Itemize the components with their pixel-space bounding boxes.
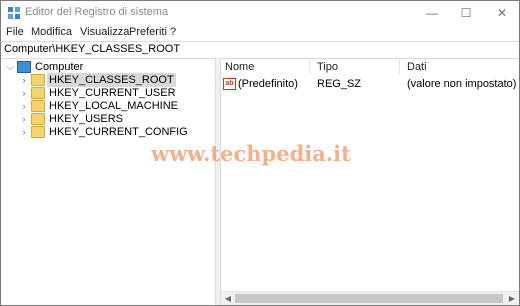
chevron-right-icon[interactable]: › xyxy=(19,125,29,139)
column-header-tipo[interactable]: Tipo xyxy=(317,61,338,73)
regedit-icon xyxy=(7,6,21,20)
tree-item-hkey-current-config[interactable]: › HKEY_CURRENT_CONFIG xyxy=(19,125,209,139)
chevron-right-icon[interactable]: › xyxy=(19,112,29,126)
column-divider[interactable] xyxy=(309,60,310,74)
tree-item-label: HKEY_CURRENT_USER xyxy=(49,87,176,99)
folder-icon xyxy=(31,126,45,138)
registry-tree: ⌵ Computer › HKEY_CLASSES_ROOT › HKEY_CU… xyxy=(1,58,214,305)
menu-preferiti[interactable]: Preferiti xyxy=(129,26,167,38)
tree-item-label: HKEY_LOCAL_MACHINE xyxy=(49,100,178,112)
close-button[interactable]: ✕ xyxy=(485,1,519,25)
tree-item-label: HKEY_CLASSES_ROOT xyxy=(47,73,176,87)
column-header-nome[interactable]: Nome xyxy=(225,61,254,73)
menu-modifica[interactable]: Modifica xyxy=(31,26,72,38)
column-header-dati[interactable]: Dati xyxy=(407,61,427,73)
folder-icon xyxy=(31,113,45,125)
tree-item-label: HKEY_USERS xyxy=(49,113,123,125)
values-list: Nome Tipo Dati ab (Predefinito) REG_SZ (… xyxy=(221,58,519,305)
scroll-left-icon[interactable]: ◀ xyxy=(221,292,235,305)
tree-item-hkey-classes-root[interactable]: › HKEY_CLASSES_ROOT xyxy=(19,73,209,87)
tree-item-hkey-local-machine[interactable]: › HKEY_LOCAL_MACHINE xyxy=(19,99,209,113)
minimize-button[interactable]: — xyxy=(415,1,449,25)
value-type: REG_SZ xyxy=(317,78,362,90)
string-value-icon: ab xyxy=(223,78,236,90)
chevron-down-icon[interactable]: ⌵ xyxy=(5,60,15,74)
address-path[interactable]: Computer\HKEY_CLASSES_ROOT xyxy=(4,43,180,55)
folder-icon xyxy=(31,87,45,99)
horizontal-scrollbar[interactable]: ◀ ▶ xyxy=(221,291,519,305)
address-bar[interactable]: Computer\HKEY_CLASSES_ROOT xyxy=(1,41,519,59)
chevron-right-icon[interactable]: › xyxy=(19,99,29,113)
menu-visualizza[interactable]: Visualizza xyxy=(80,26,129,38)
folder-icon xyxy=(31,74,45,86)
tree-item-label: Computer xyxy=(35,61,84,73)
scroll-right-icon[interactable]: ▶ xyxy=(505,292,519,305)
tree-item-hkey-users[interactable]: › HKEY_USERS xyxy=(19,112,209,126)
list-item[interactable]: ab (Predefinito) REG_SZ (valore non impo… xyxy=(221,77,519,91)
folder-icon xyxy=(31,100,45,112)
title-bar[interactable]: Editor del Registro di sistema — ☐ ✕ xyxy=(1,1,519,25)
tree-item-hkey-current-user[interactable]: › HKEY_CURRENT_USER xyxy=(19,86,209,100)
registry-editor-window: Editor del Registro di sistema — ☐ ✕ Fil… xyxy=(0,0,520,306)
value-data: (valore non impostato) xyxy=(407,78,517,90)
menu-help[interactable]: ? xyxy=(170,26,176,38)
tree-item-label: HKEY_CURRENT_CONFIG xyxy=(49,126,188,138)
chevron-right-icon[interactable]: › xyxy=(19,73,29,87)
column-divider[interactable] xyxy=(399,60,400,74)
scroll-thumb[interactable] xyxy=(235,294,503,303)
watermark-text: www.techpedia.it xyxy=(151,141,351,166)
tree-item-computer[interactable]: ⌵ Computer xyxy=(5,60,205,74)
maximize-button[interactable]: ☐ xyxy=(449,1,483,25)
menu-file[interactable]: File xyxy=(6,26,24,38)
computer-icon xyxy=(17,61,31,73)
menu-bar: File Modifica Visualizza Preferiti ? xyxy=(1,25,519,41)
window-title: Editor del Registro di sistema xyxy=(25,6,169,18)
value-name: (Predefinito) xyxy=(238,78,298,90)
chevron-right-icon[interactable]: › xyxy=(19,86,29,100)
